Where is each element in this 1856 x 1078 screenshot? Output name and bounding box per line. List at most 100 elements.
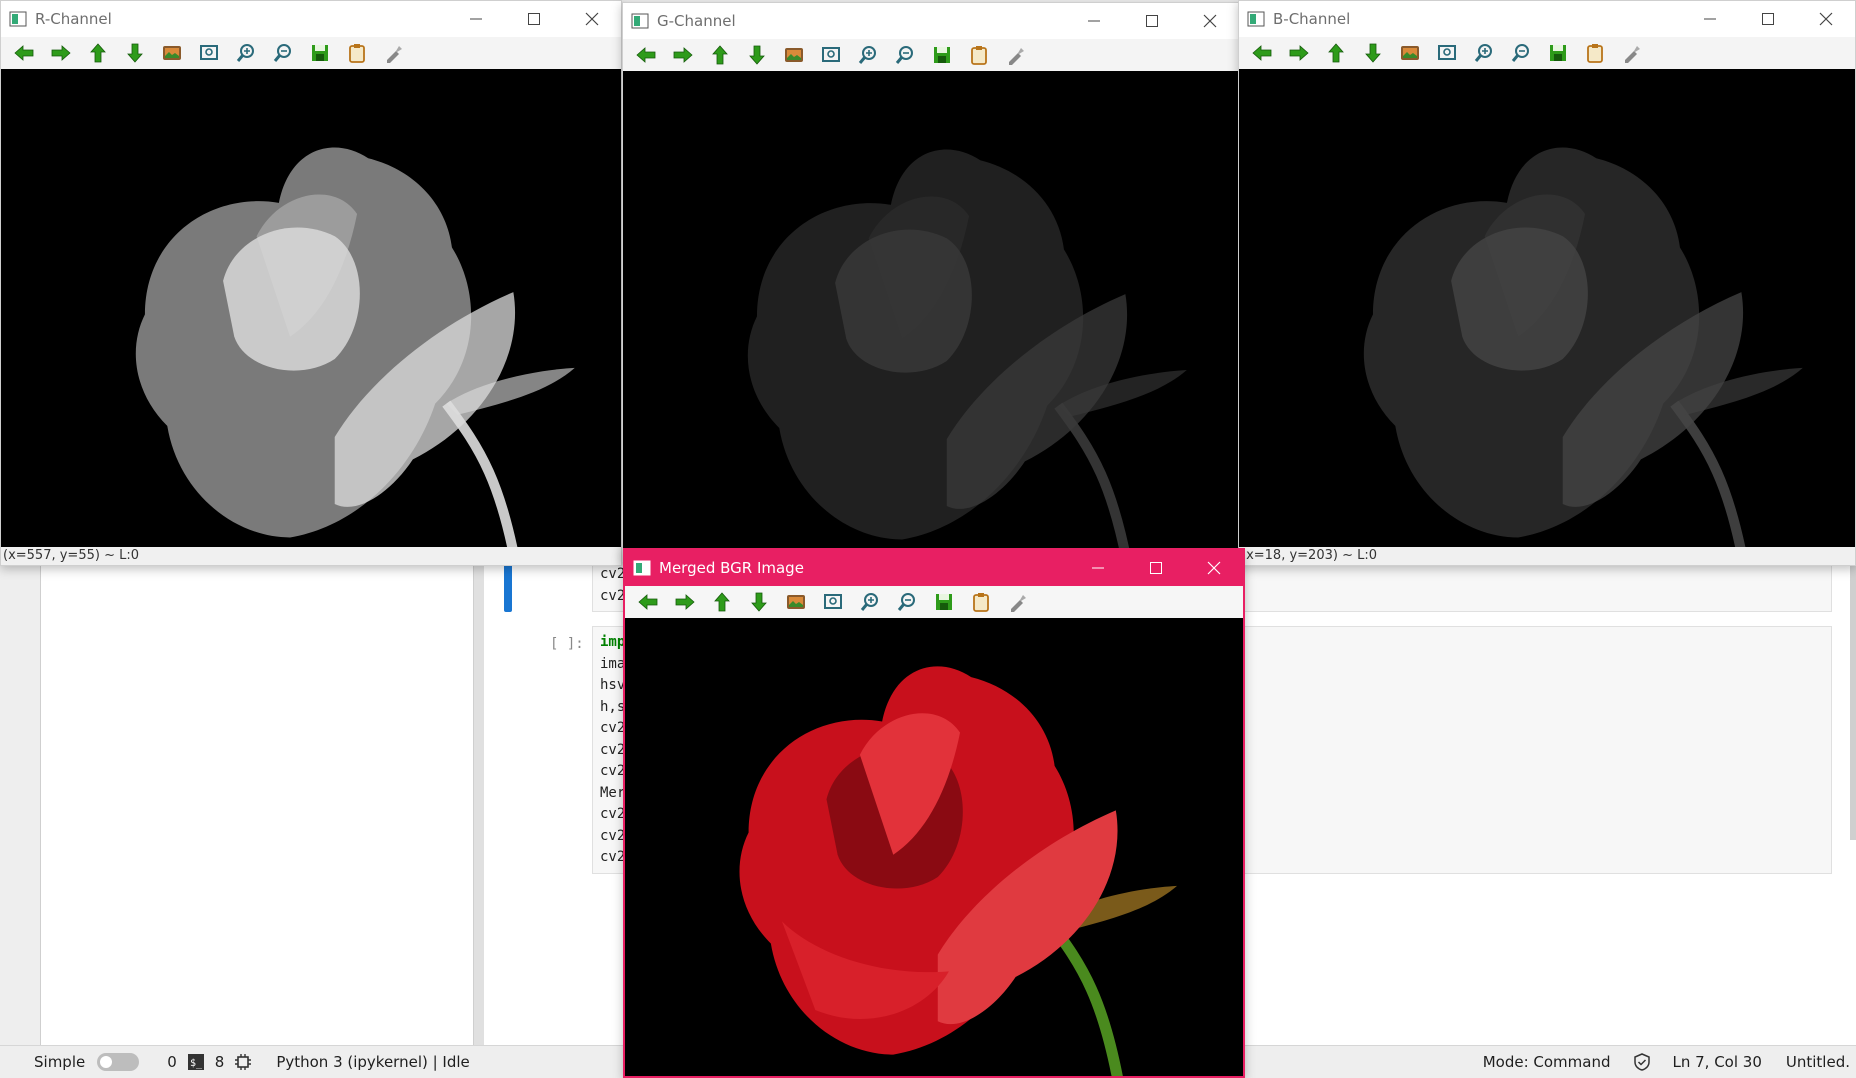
pan-left-button[interactable] (1247, 40, 1277, 66)
r-channel-image[interactable] (1, 69, 621, 547)
zoom-fit-button[interactable] (194, 40, 224, 66)
save-button[interactable] (929, 589, 959, 615)
maximize-button[interactable] (1123, 3, 1181, 39)
properties-button[interactable] (1003, 589, 1033, 615)
close-button[interactable] (563, 1, 621, 37)
b-channel-image[interactable] (1239, 69, 1855, 547)
pan-up-button[interactable] (83, 40, 113, 66)
maximize-button[interactable] (505, 1, 563, 37)
zoom-in-button[interactable] (853, 42, 883, 68)
pan-down-button[interactable] (1358, 40, 1388, 66)
zoom-fit-button[interactable] (818, 589, 848, 615)
save-button[interactable] (1543, 40, 1573, 66)
pan-right-button[interactable] (1284, 40, 1314, 66)
pan-right-button[interactable] (46, 40, 76, 66)
maximize-button[interactable] (1127, 550, 1185, 586)
terminals-count[interactable]: 0 (167, 1053, 177, 1071)
zoom-image-button[interactable] (781, 589, 811, 615)
kernel-status[interactable]: Python 3 (ipykernel) | Idle (276, 1053, 469, 1071)
zoom-in-icon (1474, 44, 1492, 62)
minimize-button[interactable] (1069, 550, 1127, 586)
zoom-in-button[interactable] (855, 589, 885, 615)
copy-button[interactable] (964, 42, 994, 68)
pan-left-button[interactable] (633, 589, 663, 615)
zoom-out-button[interactable] (890, 42, 920, 68)
merged-bgr-window[interactable]: Merged BGR Image (623, 548, 1245, 1078)
zoom-fit-button[interactable] (1432, 40, 1462, 66)
g-channel-image[interactable] (623, 71, 1239, 561)
minimize-button[interactable] (447, 1, 505, 37)
simple-mode-toggle[interactable] (97, 1053, 140, 1071)
copy-button[interactable] (1580, 40, 1610, 66)
panel-splitter[interactable] (474, 560, 484, 1045)
pan-right-button[interactable] (670, 589, 700, 615)
pan-right-icon (675, 594, 695, 610)
pan-right-button[interactable] (668, 42, 698, 68)
copy-icon (971, 46, 987, 65)
zoom-image-button[interactable] (1395, 40, 1425, 66)
zoom-in-button[interactable] (231, 40, 261, 66)
pan-up-button[interactable] (1321, 40, 1351, 66)
pan-right-icon (51, 45, 71, 61)
pan-up-button[interactable] (705, 42, 735, 68)
window-titlebar[interactable]: Merged BGR Image (625, 550, 1243, 586)
close-button[interactable] (1797, 1, 1855, 37)
zoom-fit-icon (1438, 45, 1456, 60)
close-button[interactable] (1181, 3, 1239, 39)
rose-image-gray-bright (1, 69, 621, 547)
properties-button[interactable] (379, 40, 409, 66)
zoom-out-icon (1511, 44, 1529, 62)
zoom-out-button[interactable] (1506, 40, 1536, 66)
pan-left-button[interactable] (631, 42, 661, 68)
maximize-icon (1150, 562, 1162, 574)
pan-down-button[interactable] (744, 589, 774, 615)
merged-bgr-image[interactable] (625, 618, 1243, 1076)
close-button[interactable] (1185, 550, 1243, 586)
scrollbar[interactable] (1850, 560, 1856, 840)
save-button[interactable] (927, 42, 957, 68)
maximize-button[interactable] (1739, 1, 1797, 37)
shield-check-icon[interactable] (1633, 1053, 1651, 1071)
r-channel-window[interactable]: R-Channel (x=557, y=55) ~ L:0 (0, 0, 622, 566)
copy-button[interactable] (342, 40, 372, 66)
pan-down-icon (751, 592, 767, 612)
window-titlebar[interactable]: G-Channel (623, 3, 1239, 39)
pan-up-button[interactable] (707, 589, 737, 615)
image-toolbar (1, 37, 621, 69)
zoom-out-button[interactable] (892, 589, 922, 615)
maximize-icon (528, 13, 540, 25)
properties-icon (1011, 595, 1026, 612)
app-icon (633, 560, 651, 576)
file-browser-panel (40, 560, 474, 1045)
g-channel-window[interactable]: G-Channel (622, 2, 1240, 562)
kernels-count[interactable]: 8 (215, 1053, 225, 1071)
maximize-icon (1762, 13, 1774, 25)
copy-icon (349, 44, 365, 63)
properties-button[interactable] (1001, 42, 1031, 68)
properties-button[interactable] (1617, 40, 1647, 66)
zoom-image-button[interactable] (157, 40, 187, 66)
minimize-button[interactable] (1065, 3, 1123, 39)
minimize-button[interactable] (1681, 1, 1739, 37)
save-button[interactable] (305, 40, 335, 66)
properties-icon (1625, 46, 1640, 63)
zoom-fit-button[interactable] (816, 42, 846, 68)
window-titlebar[interactable]: R-Channel (1, 1, 621, 37)
terminal-icon[interactable]: $_ (187, 1053, 205, 1071)
copy-button[interactable] (966, 589, 996, 615)
pan-left-icon (14, 45, 34, 61)
pan-down-button[interactable] (742, 42, 772, 68)
pan-down-button[interactable] (120, 40, 150, 66)
window-titlebar[interactable]: B-Channel (1239, 1, 1855, 37)
kernel-icon[interactable] (234, 1053, 252, 1071)
zoom-in-icon (860, 593, 878, 611)
cursor-position[interactable]: Ln 7, Col 30 (1673, 1053, 1762, 1071)
zoom-in-button[interactable] (1469, 40, 1499, 66)
zoom-fit-icon (824, 594, 842, 609)
zoom-image-button[interactable] (779, 42, 809, 68)
zoom-out-button[interactable] (268, 40, 298, 66)
minimize-icon (1704, 18, 1716, 20)
zoom-in-icon (236, 44, 254, 62)
pan-left-button[interactable] (9, 40, 39, 66)
b-channel-window[interactable]: B-Channel (x=18, y=203) ~ L:0 (1238, 0, 1856, 566)
